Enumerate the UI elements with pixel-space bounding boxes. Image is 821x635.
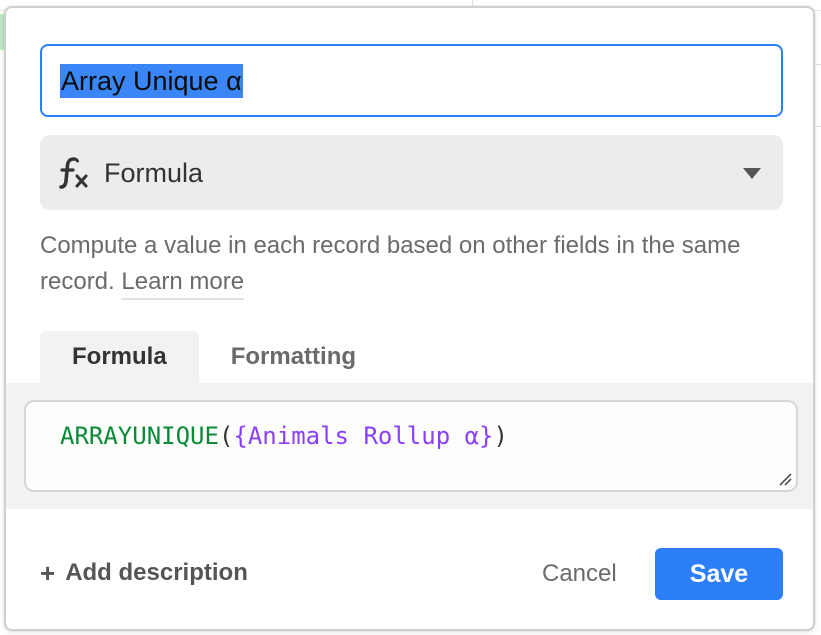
chevron-down-icon	[743, 168, 761, 179]
field-name-input[interactable]: Array Unique α	[40, 44, 783, 117]
background-row-line	[816, 64, 821, 65]
field-type-dropdown[interactable]: Formula	[40, 135, 783, 210]
formula-function-name: ARRAYUNIQUE	[60, 422, 219, 450]
formula-editor-panel: ARRAYUNIQUE({Animals Rollup α})	[6, 383, 813, 509]
learn-more-link[interactable]: Learn more	[121, 268, 245, 300]
resize-handle-icon[interactable]	[778, 472, 792, 486]
save-button[interactable]: Save	[655, 548, 783, 600]
tab-formatting[interactable]: Formatting	[199, 331, 388, 383]
formula-paren: )	[493, 422, 508, 450]
field-config-dialog: Array Unique α Formula Compute a value i…	[4, 6, 815, 631]
background-row-line	[816, 126, 821, 127]
cancel-button[interactable]: Cancel	[542, 557, 617, 591]
config-tabs: Formula Formatting	[40, 331, 388, 383]
field-type-label: Formula	[104, 158, 204, 188]
field-type-description: Compute a value in each record based on …	[40, 228, 760, 300]
add-description-label: Add description	[65, 559, 248, 586]
formula-editor[interactable]: ARRAYUNIQUE({Animals Rollup α})	[24, 400, 798, 492]
formula-paren: (	[218, 422, 234, 450]
tab-formula[interactable]: Formula	[40, 331, 199, 383]
add-description-button[interactable]: + Add description	[40, 558, 248, 588]
formula-fx-icon	[58, 155, 92, 191]
plus-icon: +	[40, 558, 56, 588]
formula-code[interactable]: ARRAYUNIQUE({Animals Rollup α})	[60, 420, 508, 452]
formula-field-reference: {Animals Rollup α}	[233, 422, 494, 450]
field-name-selected-text[interactable]: Array Unique α	[60, 63, 243, 98]
